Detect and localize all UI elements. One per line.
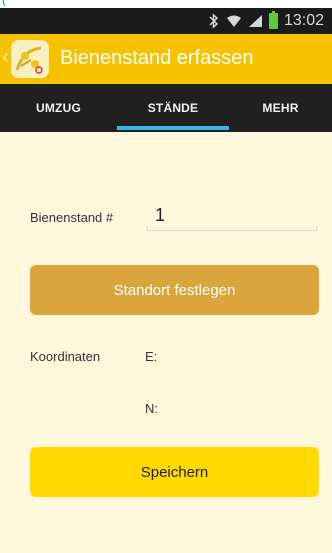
status-bar: 13:02	[0, 8, 332, 34]
input-tick-right	[316, 226, 317, 231]
hive-number-value[interactable]: 1	[155, 204, 165, 226]
wifi-icon	[226, 14, 242, 28]
status-time: 13:02	[283, 12, 324, 29]
tab-bar: UMZUG STÄNDE MEHR	[0, 84, 332, 132]
tab-mehr[interactable]: MEHR	[229, 84, 332, 132]
action-bar: ‹ Bienenstand erfassen	[0, 34, 332, 84]
page-title: Bienenstand erfassen	[60, 47, 254, 69]
active-tab-indicator	[117, 126, 229, 130]
back-chevron-icon[interactable]: ‹	[2, 47, 9, 67]
hive-number-label: Bienenstand #	[30, 210, 114, 225]
tab-staende[interactable]: STÄNDE	[117, 84, 229, 132]
save-button[interactable]: Speichern	[30, 447, 319, 497]
frame-glyph: (	[2, 0, 6, 7]
input-tick-left	[147, 226, 148, 231]
input-underline	[147, 230, 317, 231]
coord-e-label: E:	[145, 349, 158, 364]
screen: ( 13:02 ‹ Bienenstand erfassen UMZUG STÄ…	[0, 0, 332, 553]
hive-number-input[interactable]: 1	[147, 203, 317, 231]
coord-n-label: N:	[145, 401, 158, 416]
coordinates-label: Koordinaten	[30, 349, 101, 364]
set-location-button[interactable]: Standort festlegen	[30, 265, 319, 315]
status-icons: 13:02	[208, 11, 324, 30]
app-logo-icon[interactable]	[11, 40, 49, 78]
window-frame-top: (	[0, 0, 332, 8]
signal-icon	[248, 14, 263, 28]
tab-umzug[interactable]: UMZUG	[0, 84, 117, 132]
bluetooth-icon	[208, 13, 220, 29]
battery-icon	[268, 11, 278, 29]
